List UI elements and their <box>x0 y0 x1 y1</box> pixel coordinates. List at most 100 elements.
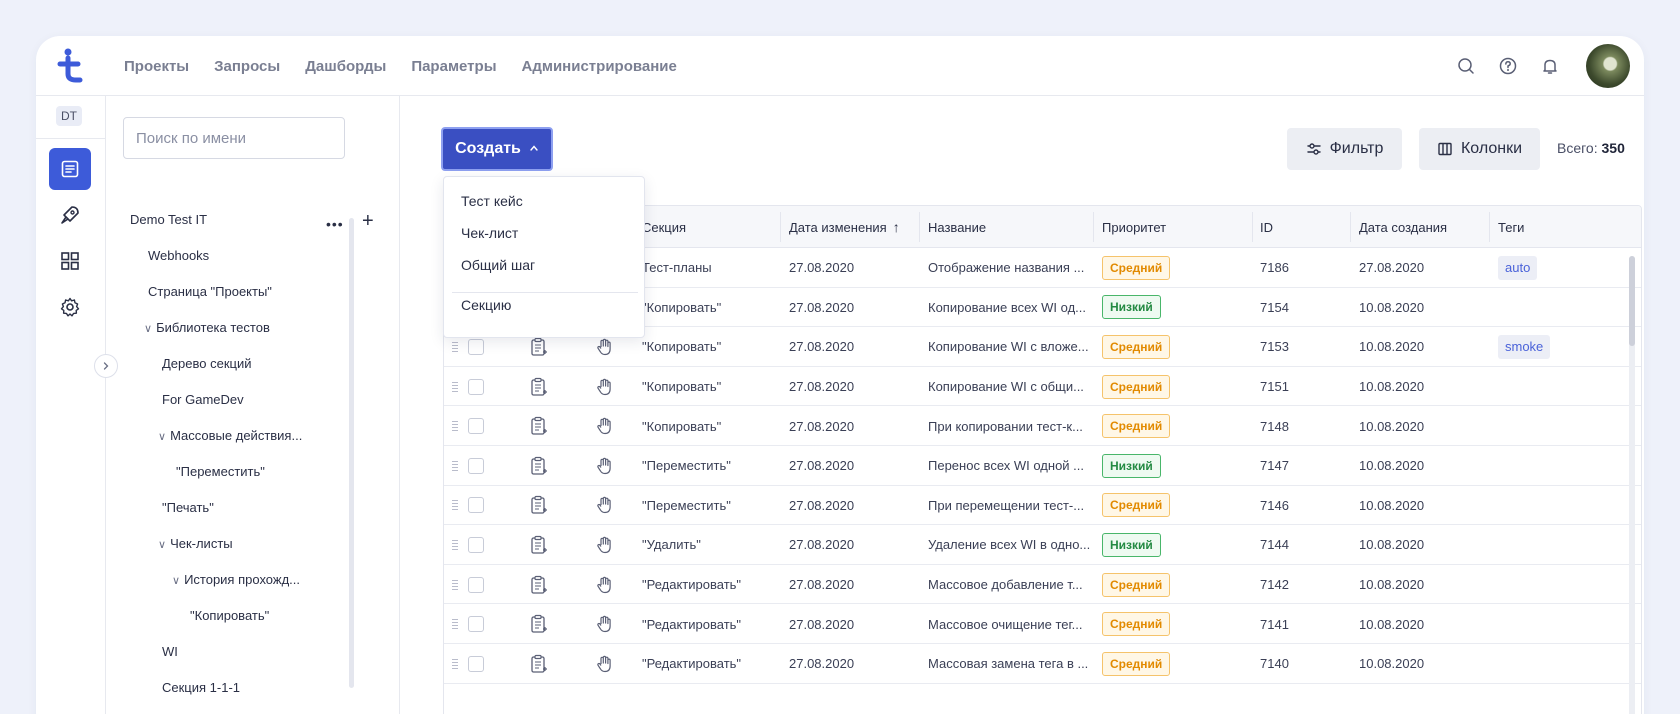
tree-project[interactable]: Demo Test IT <box>130 212 207 227</box>
tree-item[interactable]: "Копировать" <box>190 608 269 623</box>
table-row[interactable]: "Редактировать" 27.08.2020 Массовое очищен… <box>444 604 1641 644</box>
test-case-icon <box>530 525 548 565</box>
drag-handle-icon[interactable] <box>452 539 458 550</box>
table-row[interactable]: "Удалить" 27.08.2020 Удаление всех WI в од… <box>444 525 1641 565</box>
project-badge[interactable]: DT <box>56 106 82 126</box>
avatar[interactable] <box>1586 44 1630 88</box>
tree-item[interactable]: WI <box>162 644 178 659</box>
column-header-priority[interactable]: Приоритет <box>1102 206 1166 248</box>
cell-name[interactable]: Отображение названия ... <box>928 248 1084 288</box>
cell-id: 7142 <box>1260 577 1289 593</box>
nav-item-requests[interactable]: Запросы <box>214 58 280 75</box>
table-row[interactable]: "Копировать" 27.08.2020 Копирование WI с о… <box>444 367 1641 407</box>
table-row[interactable]: "Редактировать" 27.08.2020 Массовое добавл… <box>444 565 1641 605</box>
menu-item-checklist[interactable]: Чек-лист <box>461 225 518 241</box>
tree-item-label: Чек-листы <box>170 536 233 551</box>
menu-item-test-case[interactable]: Тест кейс <box>461 193 523 209</box>
tag-badge[interactable]: auto <box>1498 255 1538 280</box>
cell-name[interactable]: Массовое добавление т... <box>928 565 1083 605</box>
chevron-down-icon[interactable]: ∨ <box>158 539 166 551</box>
cell-name[interactable]: Удаление всех WI в одно... <box>928 525 1090 565</box>
columns-button[interactable]: Колонки <box>1419 128 1540 170</box>
row-checkbox[interactable] <box>468 457 484 474</box>
row-checkbox[interactable] <box>468 655 484 672</box>
table-row[interactable]: "Редактировать" 27.08.2020 Массовая замена… <box>444 644 1641 684</box>
drag-handle-icon[interactable] <box>452 460 458 471</box>
tree-item[interactable]: ∨ Библиотека тестов <box>144 320 270 335</box>
column-header-id[interactable]: ID <box>1260 206 1273 248</box>
drag-handle-icon[interactable] <box>452 658 458 669</box>
filter-button[interactable]: Фильтр <box>1287 128 1402 170</box>
row-checkbox[interactable] <box>468 378 484 395</box>
tree-item[interactable]: "Переместить" <box>176 464 265 479</box>
cell-name[interactable]: При копировании тест-к... <box>928 406 1083 446</box>
rocket-icon[interactable] <box>49 194 91 236</box>
row-checkbox[interactable] <box>468 338 484 355</box>
drag-handle-icon[interactable] <box>452 421 458 432</box>
search-icon[interactable] <box>1456 56 1476 76</box>
column-header-modified[interactable]: Дата изменения ↑ <box>789 206 900 248</box>
cell-name[interactable]: Копирование WI с общи... <box>928 367 1084 407</box>
table-scrollbar-thumb[interactable] <box>1629 256 1635 346</box>
drag-handle-icon[interactable] <box>452 381 458 392</box>
tree-item[interactable]: Секция 1-1-1 <box>162 680 240 695</box>
dashboard-icon[interactable] <box>49 240 91 282</box>
table-row[interactable]: "Переместить" 27.08.2020 При перемещении т… <box>444 486 1641 526</box>
table-row[interactable]: "Переместить" 27.08.2020 Перенос всех WI о… <box>444 446 1641 486</box>
cell-name[interactable]: Копирование WI с вложе... <box>928 327 1089 367</box>
row-checkbox[interactable] <box>468 536 484 553</box>
tag-badge[interactable]: smoke <box>1498 334 1551 359</box>
tree-item[interactable]: For GameDev <box>162 392 244 407</box>
drag-handle-icon[interactable] <box>452 341 458 352</box>
tree-item[interactable]: Страница "Проекты" <box>148 284 272 299</box>
manual-icon <box>596 406 612 446</box>
cell-name[interactable]: Перенос всех WI одной ... <box>928 446 1084 486</box>
row-checkbox[interactable] <box>468 418 484 435</box>
bell-icon[interactable] <box>1540 56 1560 76</box>
help-icon[interactable] <box>1498 56 1518 76</box>
nav-item-dashboards[interactable]: Дашборды <box>305 58 386 75</box>
menu-item-section[interactable]: Секцию <box>461 297 511 313</box>
nav-item-parameters[interactable]: Параметры <box>411 58 496 75</box>
tree-item[interactable]: ∨ История прохожд... <box>172 572 300 587</box>
chevron-down-icon[interactable]: ∨ <box>144 323 152 335</box>
test-library-icon[interactable] <box>49 148 91 190</box>
create-button[interactable]: Создать <box>441 127 553 171</box>
row-checkbox[interactable] <box>468 497 484 514</box>
drag-handle-icon[interactable] <box>452 619 458 630</box>
table-row[interactable]: "Копировать" 27.08.2020 При копировании те… <box>444 406 1641 446</box>
tree-item[interactable]: "Печать" <box>162 500 214 515</box>
cell-name[interactable]: Массовая замена тега в ... <box>928 644 1088 684</box>
column-header-name[interactable]: Название <box>928 206 986 248</box>
tree-search-input[interactable] <box>123 117 345 159</box>
tree-scrollbar[interactable] <box>349 218 354 688</box>
sort-arrow-icon[interactable]: ↑ <box>893 219 900 235</box>
test-case-icon <box>530 644 548 684</box>
settings-icon[interactable] <box>49 286 91 328</box>
tree-item[interactable]: Дерево секций <box>162 356 251 371</box>
drag-handle-icon[interactable] <box>452 500 458 511</box>
row-checkbox[interactable] <box>468 616 484 633</box>
chevron-down-icon[interactable]: ∨ <box>172 575 180 587</box>
cell-name[interactable]: При перемещении тест-... <box>928 486 1084 526</box>
column-header-tags[interactable]: Теги <box>1498 206 1524 248</box>
tree-item[interactable]: ∨ Чек-листы <box>158 536 233 551</box>
cell-modified: 27.08.2020 <box>789 339 855 355</box>
more-icon[interactable]: ••• <box>326 216 344 232</box>
tree-item[interactable]: ∨ Массовые действия... <box>158 428 302 443</box>
tree-item[interactable]: Webhooks <box>148 248 209 263</box>
chevron-down-icon[interactable]: ∨ <box>158 431 166 443</box>
drag-handle-icon[interactable] <box>452 579 458 590</box>
cell-id: 7144 <box>1260 537 1289 553</box>
test-case-icon <box>530 604 548 644</box>
logo-icon[interactable] <box>56 48 84 84</box>
nav-item-projects[interactable]: Проекты <box>124 58 189 75</box>
column-header-created[interactable]: Дата создания <box>1359 206 1447 248</box>
nav-item-administration[interactable]: Администрирование <box>522 58 677 75</box>
menu-item-shared-step[interactable]: Общий шаг <box>461 257 535 273</box>
add-section-button[interactable]: + <box>362 210 374 233</box>
row-checkbox[interactable] <box>468 576 484 593</box>
cell-name[interactable]: Массовое очищение тег... <box>928 604 1082 644</box>
column-header-section[interactable]: Секция <box>642 206 686 248</box>
cell-name[interactable]: Копирование всех WI од... <box>928 288 1086 328</box>
